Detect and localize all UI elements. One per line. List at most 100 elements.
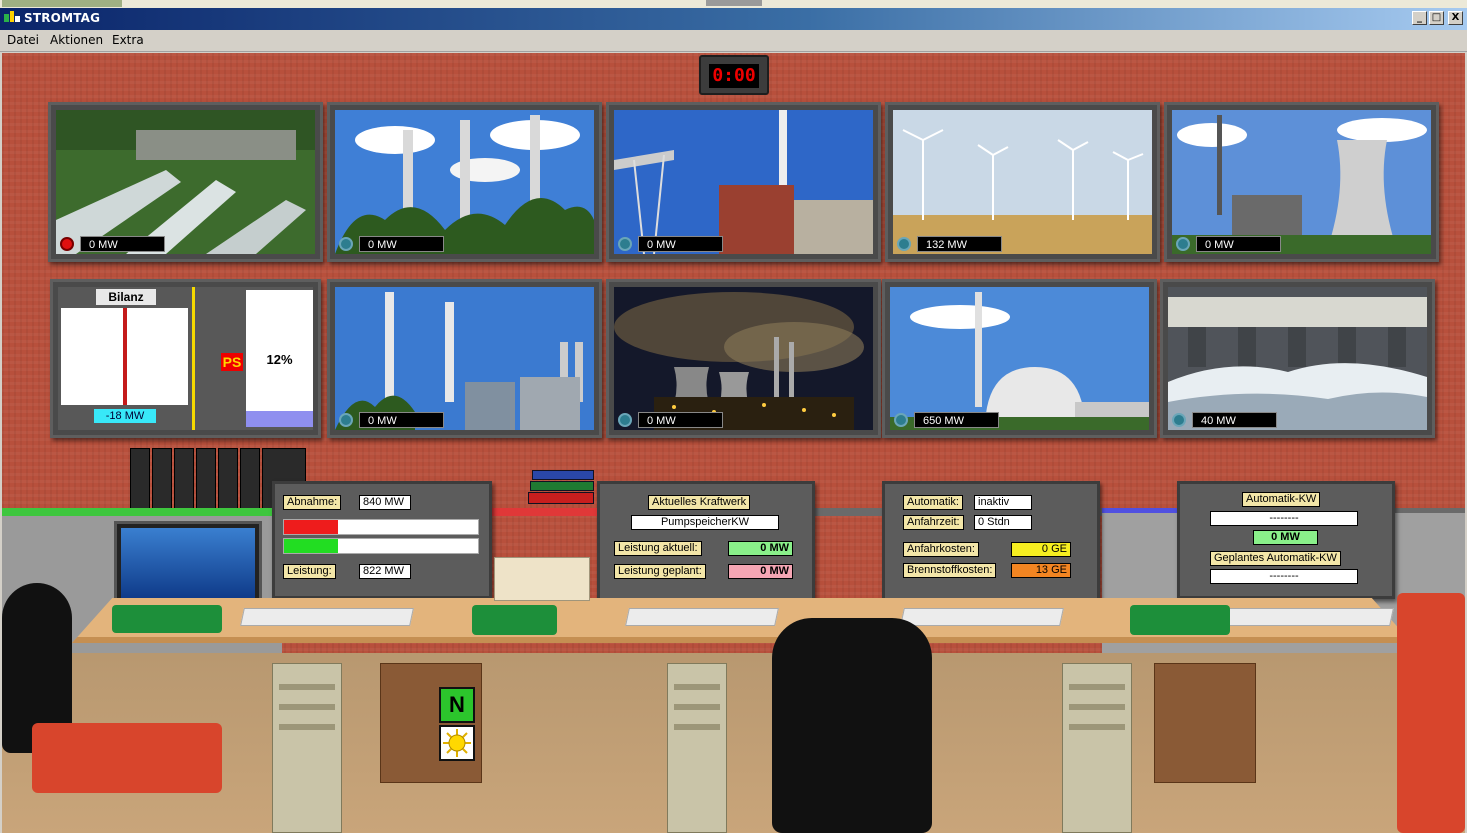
leistung-aktuell-value[interactable]: 0 MW (728, 541, 793, 556)
plant-output: 0 MW (1196, 236, 1281, 252)
plant-scene: 0 MW (614, 287, 873, 430)
wall-trim-green (2, 508, 282, 516)
leistung-aktuell-label: Leistung aktuell: (614, 541, 702, 556)
plant-scene: 0 MW (56, 110, 315, 254)
binder (218, 448, 238, 510)
automatik-kw-value: -------- (1210, 511, 1358, 526)
plant-monitor-industrial[interactable]: 0 MW (327, 279, 602, 438)
plant-panel-title: Aktuelles Kraftwerk (648, 495, 751, 510)
plant-status-indicator[interactable] (339, 413, 353, 427)
plant-scene: 0 MW (614, 110, 873, 254)
plant-name: PumpspeicherKW (631, 515, 779, 530)
cooling-tower-scene-icon (1172, 110, 1431, 254)
supply-bar-fill (284, 539, 339, 553)
plant-monitor-lignite[interactable]: 0 MW (606, 279, 881, 438)
pumped-storage-label: PS (221, 353, 243, 371)
plant-status-indicator[interactable] (618, 413, 632, 427)
plant-output: 40 MW (1192, 412, 1277, 428)
chimneys-scene-icon (335, 287, 594, 430)
minimize-button[interactable]: _ (1412, 11, 1427, 25)
drawer-cabinet (1154, 663, 1256, 783)
office-chair-seat (32, 723, 222, 793)
keyboard (900, 608, 1064, 626)
laptop (114, 521, 262, 605)
pc-tower (667, 663, 727, 833)
app-icon (4, 11, 20, 22)
plant-output: 132 MW (917, 236, 1002, 252)
plant-status-indicator[interactable] (1172, 413, 1186, 427)
book-stack (528, 492, 594, 504)
close-button[interactable]: X (1448, 11, 1463, 25)
phone-icon (472, 605, 557, 635)
automatik-panel: Automatik-KW -------- 0 MW Geplantes Aut… (1177, 481, 1395, 599)
chimneys-scene-icon (335, 110, 594, 254)
maximize-button[interactable]: □ (1429, 11, 1444, 25)
factory-scene-icon (614, 110, 873, 254)
plant-status-indicator[interactable] (894, 413, 908, 427)
clock-time: 0:00 (709, 64, 759, 88)
book-stack (530, 481, 594, 491)
plant-output: 0 MW (359, 412, 444, 428)
plant-status-indicator[interactable] (339, 237, 353, 251)
plant-monitor-cooling-tower[interactable]: 0 MW (1164, 102, 1439, 262)
plant-monitor-coal-1[interactable]: 0 MW (327, 102, 602, 262)
binder (174, 448, 194, 510)
panel-divider (192, 287, 195, 430)
binder (130, 448, 150, 510)
plant-scene: 650 MW (890, 287, 1149, 430)
office-chair-seat (1397, 593, 1465, 833)
clock-display: 0:00 (699, 55, 769, 95)
plant-status-indicator[interactable] (60, 237, 74, 251)
pipes-scene-icon (56, 110, 315, 254)
plant-monitor-nuclear[interactable]: 650 MW (882, 279, 1157, 438)
plant-monitor-gas[interactable]: 0 MW (606, 102, 881, 262)
menu-extra[interactable]: Extra (112, 33, 144, 47)
pc-tower (272, 663, 342, 833)
bilanz-chart (61, 308, 188, 405)
supply-bar (283, 538, 479, 554)
leistung-geplant-label: Leistung geplant: (614, 564, 706, 579)
drawer-cabinet (380, 663, 482, 783)
control-room-scene: 0:00 0 MW 0 MW 0 MW 132 MW 0 MW Bilanz -… (2, 53, 1465, 833)
book-stack (532, 470, 594, 480)
plant-status-indicator[interactable] (897, 237, 911, 251)
sun-icon (439, 725, 475, 761)
automatik-kw-title: Automatik-KW (1242, 492, 1321, 507)
menu-aktionen[interactable]: Aktionen (50, 33, 103, 47)
demand-panel: Abnahme: 840 MW Leistung: 822 MW (272, 481, 492, 599)
menu-datei[interactable]: Datei (7, 33, 39, 47)
bilanz-value: -18 MW (94, 409, 156, 423)
abnahme-value: 840 MW (359, 495, 411, 510)
night-plant-scene-icon (614, 287, 873, 430)
automatik-kw-output: 0 MW (1253, 530, 1318, 545)
plant-status-indicator[interactable] (1176, 237, 1190, 251)
plant-scene: 132 MW (893, 110, 1152, 254)
phone-icon (1130, 605, 1230, 635)
demand-bar-fill (284, 520, 339, 534)
brennstoffkosten-label: Brennstoffkosten: (903, 563, 997, 578)
office-chair (772, 618, 932, 833)
pc-tower (1062, 663, 1132, 833)
anfahrkosten-value: 0 GE (1011, 542, 1071, 557)
binder (152, 448, 172, 510)
automatik-value[interactable]: inaktiv (974, 495, 1032, 510)
leistung-value: 822 MW (359, 564, 411, 579)
plant-monitor-pumped-storage[interactable]: 0 MW (48, 102, 323, 262)
wall-trim-red (492, 508, 602, 516)
cost-panel: Automatik: inaktiv Anfahrzeit: 0 Stdn An… (882, 481, 1100, 601)
pumped-storage-percent: 12% (266, 352, 293, 367)
title-bar: STROMTAG _ □ X (0, 0, 1467, 30)
plant-monitor-hydro[interactable]: 40 MW (1160, 279, 1435, 438)
window-title: STROMTAG (24, 11, 101, 25)
plant-monitor-wind[interactable]: 132 MW (885, 102, 1160, 262)
plant-scene: 0 MW (335, 110, 594, 254)
app-window: STROMTAG _ □ X Datei Aktionen Extra 0:00 (0, 0, 1467, 833)
wind-turbine-scene-icon (893, 110, 1152, 254)
plant-status-indicator[interactable] (618, 237, 632, 251)
leistung-geplant-value[interactable]: 0 MW (728, 564, 793, 579)
bilanz-screen: Bilanz -18 MW PS 12% (58, 287, 313, 430)
taskbar-strip (0, 0, 1467, 8)
abnahme-label: Abnahme: (283, 495, 342, 510)
plant-scene: 0 MW (1172, 110, 1431, 254)
plant-output: 0 MW (80, 236, 165, 252)
